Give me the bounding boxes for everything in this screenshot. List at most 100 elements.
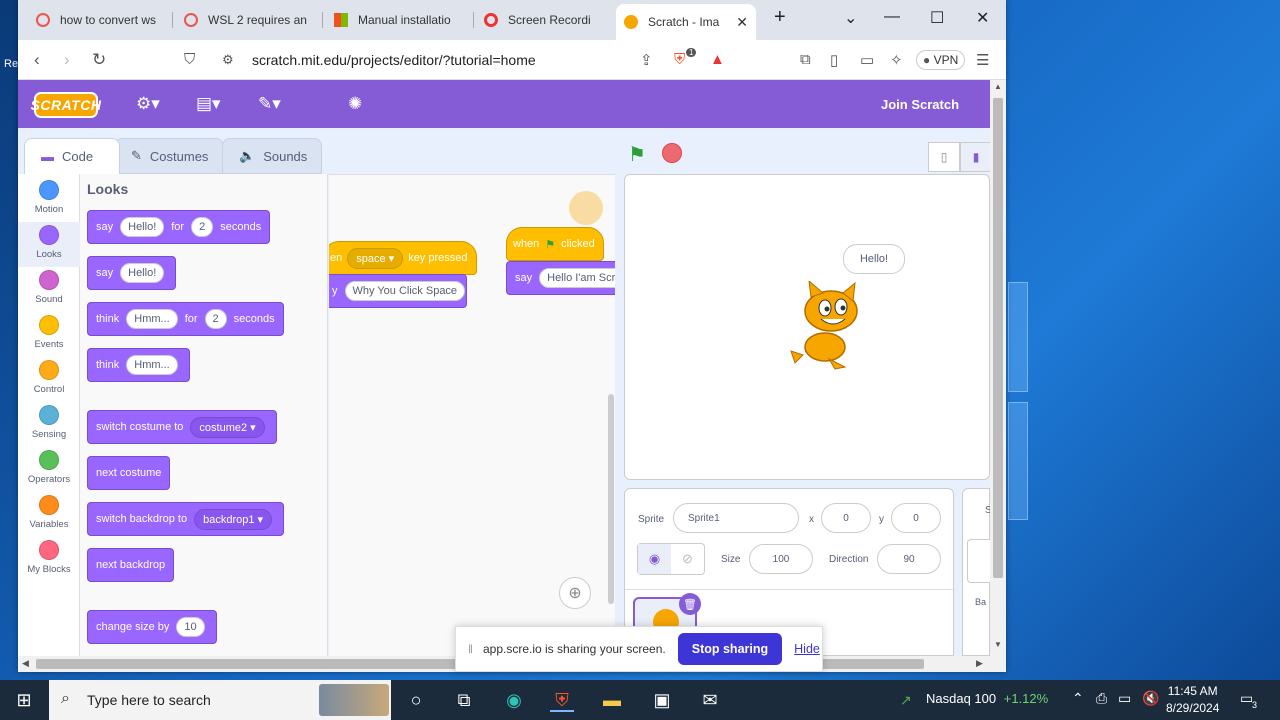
tab-1[interactable]: how to convert ws — [28, 6, 168, 34]
stage-backdrop-panel[interactable]: S Ba — [962, 488, 997, 656]
forward-icon[interactable]: › — [64, 50, 70, 70]
category-events[interactable]: Events — [18, 315, 80, 350]
block-input[interactable]: 10 — [176, 617, 205, 637]
taskbar-search-box[interactable]: ⌕ Type here to search — [49, 680, 391, 720]
key-dropdown[interactable]: space ▾ — [347, 247, 404, 269]
brave-shield-icon[interactable]: ⛨ — [674, 51, 685, 68]
scroll-right-icon[interactable]: ▶ — [976, 658, 983, 669]
large-stage-icon[interactable]: ▮ — [960, 142, 992, 172]
volume-muted-icon[interactable]: 🔇 — [1142, 690, 1159, 707]
hide-link[interactable]: Hide — [794, 642, 820, 656]
scroll-thumb[interactable] — [993, 98, 1003, 578]
y-input[interactable]: 0 — [891, 503, 941, 533]
share-icon[interactable]: ⇪ — [640, 51, 653, 69]
tab-2[interactable]: WSL 2 requires an — [176, 6, 320, 34]
tab-sounds[interactable]: 🔈 Sounds — [222, 138, 322, 174]
scroll-down-icon[interactable]: ▼ — [994, 640, 1002, 649]
eye-hidden-icon[interactable]: ⊘ — [671, 544, 704, 574]
maximize-button[interactable]: ☐ — [930, 8, 944, 28]
tutorials-lightbulb-icon[interactable]: ✺ — [348, 94, 362, 114]
file-menu-icon[interactable]: ▤▾ — [196, 94, 221, 114]
store-icon[interactable]: ▣ — [650, 688, 674, 712]
wallet-icon[interactable]: ▭ — [860, 51, 874, 69]
eye-visible-icon[interactable]: ◉ — [638, 544, 671, 574]
extensions-icon[interactable]: ⧉ — [800, 51, 811, 68]
category-operators[interactable]: Operators — [18, 450, 80, 485]
url-field[interactable]: scratch.mit.edu/projects/editor/?tutoria… — [252, 52, 536, 68]
back-icon[interactable]: ‹ — [34, 50, 40, 70]
leo-ai-icon[interactable]: ✧ — [890, 51, 903, 69]
when-key-pressed-hat[interactable]: en space ▾ key pressed — [329, 241, 477, 275]
block-next-costume[interactable]: next costume — [87, 456, 171, 490]
workspace-scrollbar[interactable] — [608, 394, 614, 604]
green-flag-icon[interactable]: ⚑ — [628, 142, 646, 167]
sidebar-icon[interactable]: ▯ — [830, 51, 838, 69]
brave-browser-icon[interactable]: ⛨ — [550, 688, 574, 712]
scroll-up-icon[interactable]: ▲ — [994, 82, 1002, 91]
sprite-name-input[interactable]: Sprite1 — [673, 503, 799, 533]
reload-icon[interactable]: ↻ — [92, 50, 106, 70]
x-input[interactable]: 0 — [821, 503, 871, 533]
block-say[interactable]: say Hello! — [87, 256, 177, 290]
stop-sharing-button[interactable]: Stop sharing — [677, 633, 783, 665]
stock-widget[interactable]: Nasdaq 100 +1.12% — [926, 691, 1048, 706]
settings-gear-icon[interactable]: ⚙▾ — [136, 94, 160, 114]
block-input[interactable]: Hello I'am Scratc — [539, 268, 615, 288]
tab-search-icon[interactable]: ⌄ — [844, 8, 857, 28]
stage-canvas[interactable]: Hello! — [624, 174, 990, 480]
block-input[interactable]: Hmm... — [126, 309, 178, 329]
block-dropdown[interactable]: costume2 ▾ — [190, 416, 265, 438]
network-icon[interactable]: ⎙ — [1096, 690, 1107, 707]
display-icon[interactable]: ▭ — [1118, 690, 1131, 707]
block-input[interactable]: 2 — [191, 217, 214, 237]
block-input[interactable]: 2 — [204, 309, 227, 329]
block-next-backdrop[interactable]: next backdrop — [87, 548, 175, 582]
category-looks[interactable]: Looks — [18, 222, 80, 267]
block-switch-costume[interactable]: switch costume to costume2 ▾ — [87, 410, 277, 444]
page-vertical-scrollbar[interactable]: ▲ ▼ — [990, 80, 1006, 656]
category-control[interactable]: Control — [18, 360, 80, 395]
brave-rewards-icon[interactable]: ▲ — [710, 51, 725, 68]
task-view-icon[interactable]: ⧉ — [452, 688, 476, 712]
close-window-button[interactable]: ✕ — [976, 8, 989, 28]
block-input[interactable]: Why You Click Space — [344, 281, 466, 301]
join-scratch-link[interactable]: Join Scratch — [881, 97, 959, 112]
close-tab-icon[interactable]: ✕ — [736, 14, 748, 31]
script-say-hello-block[interactable]: say Hello I'am Scratc — [506, 261, 615, 295]
system-clock[interactable]: 11:45 AM 8/29/2024 — [1166, 683, 1219, 717]
tab-costumes[interactable]: ✎ Costumes — [114, 138, 224, 174]
mail-icon[interactable]: ✉ — [698, 688, 722, 712]
tab-4[interactable]: Screen Recordi — [476, 6, 612, 34]
small-stage-icon[interactable]: ▯ — [928, 142, 960, 172]
scratch-cat-sprite[interactable] — [785, 281, 875, 373]
new-tab-button[interactable]: + — [774, 6, 786, 29]
start-windows-icon[interactable]: ⊞ — [12, 688, 36, 712]
vpn-button[interactable]: ● VPN — [916, 50, 966, 70]
block-think-for-seconds[interactable]: think Hmm... for 2 seconds — [87, 302, 284, 336]
category-my-blocks[interactable]: My Blocks — [18, 540, 80, 575]
scratch-logo[interactable]: SCRATCH — [31, 92, 101, 118]
edit-pencil-icon[interactable]: ✎▾ — [258, 94, 281, 114]
scroll-left-icon[interactable]: ◀ — [22, 658, 29, 669]
category-motion[interactable]: Motion — [18, 180, 80, 222]
block-think[interactable]: think Hmm... — [87, 348, 190, 382]
block-dropdown[interactable]: backdrop1 ▾ — [194, 508, 273, 530]
block-input[interactable]: Hello! — [120, 217, 165, 237]
delete-sprite-icon[interactable]: 🗑 — [679, 593, 701, 615]
menu-icon[interactable]: ☰ — [976, 51, 989, 69]
block-switch-backdrop[interactable]: switch backdrop to backdrop1 ▾ — [87, 502, 285, 536]
block-say-for-seconds[interactable]: say Hello! for 2 seconds — [87, 210, 271, 244]
file-explorer-icon[interactable]: ▬ — [600, 688, 624, 712]
drag-handle-icon[interactable]: ‖ — [468, 642, 473, 656]
tray-chevron-icon[interactable]: ⌃ — [1072, 690, 1084, 707]
category-variables[interactable]: Variables — [18, 495, 80, 530]
show-sprite-toggle[interactable]: ◉ ⊘ — [637, 543, 705, 575]
minimize-button[interactable]: — — [884, 8, 900, 26]
script-say-block[interactable]: y Why You Click Space — [329, 274, 467, 308]
block-input[interactable]: Hello! — [120, 263, 165, 283]
tab-5-active[interactable]: Scratch - Ima ✕ — [616, 4, 756, 40]
cortana-circle-icon[interactable]: ○ — [404, 688, 428, 712]
category-sensing[interactable]: Sensing — [18, 405, 80, 440]
tab-code[interactable]: ▬ Code — [24, 138, 120, 174]
direction-input[interactable]: 90 — [877, 544, 941, 574]
